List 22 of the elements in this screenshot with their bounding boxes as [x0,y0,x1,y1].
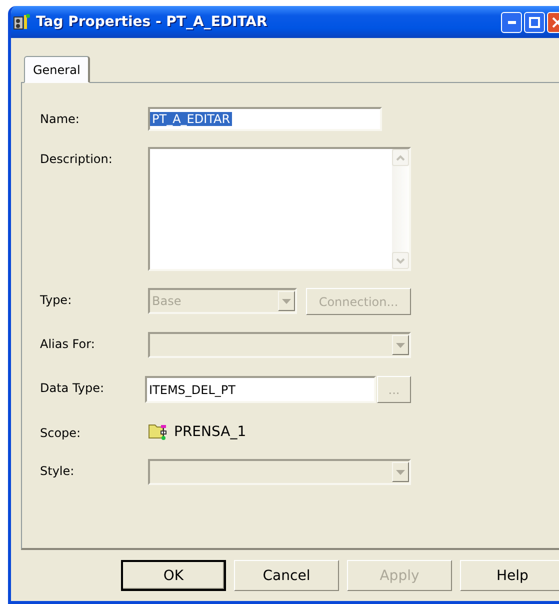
name-field[interactable]: PT_A_EDITAR [148,107,382,131]
dialog-button[interactable]: OK [121,560,226,591]
description-field[interactable] [148,147,411,271]
dialog-button[interactable]: Cancel [234,560,339,591]
field-label: Alias For: [40,336,96,351]
tab[interactable]: General [24,56,90,83]
maximize-icon [529,16,540,28]
minimize-button[interactable] [501,12,522,32]
window-title: Tag Properties - PT_A_EDITAR [36,14,268,30]
field-label: Description: [40,151,114,166]
data-type-field[interactable]: ITEMS_DEL_PT [145,376,376,403]
field-label: Type: [40,292,73,307]
scope-value: PRENSA_1 [173,424,248,440]
minimize-icon [508,20,516,24]
maximize-button[interactable] [524,12,545,32]
field-label: Data Type: [40,380,106,395]
tag-app-icon [13,13,31,31]
field-label: Name: [40,111,80,126]
folder-icon [148,423,168,441]
field-label: Scope: [40,425,82,440]
field-label: Style: [40,463,76,478]
dialog-button[interactable]: Help [460,560,559,591]
